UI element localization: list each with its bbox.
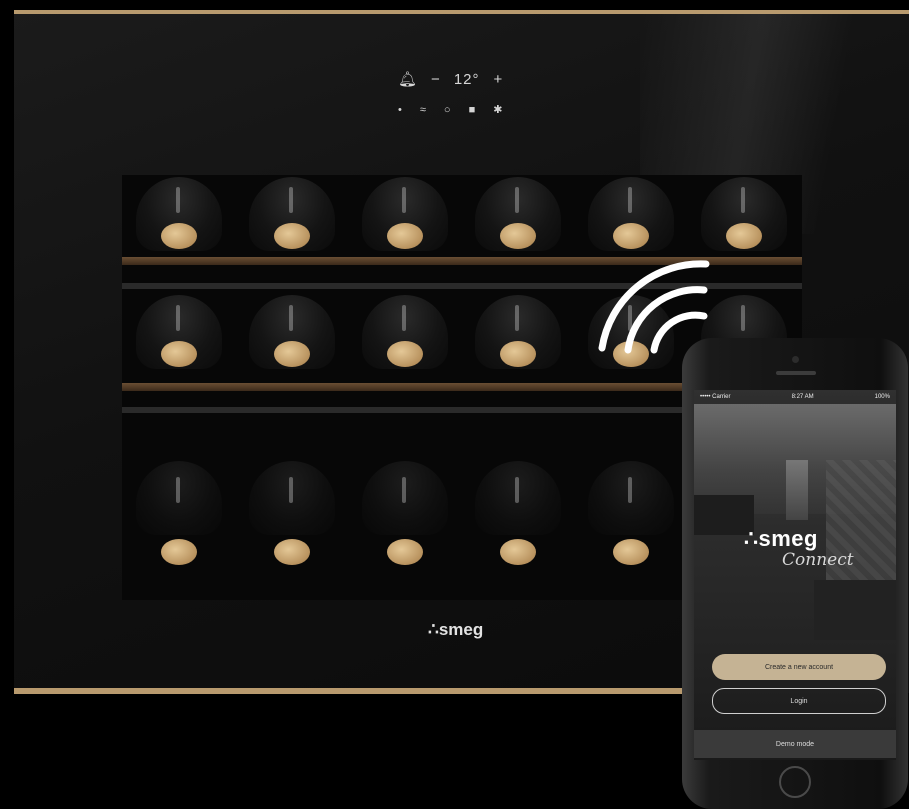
bottle-glint: [402, 477, 406, 503]
demo-mode-button[interactable]: Demo mode: [694, 730, 896, 758]
bottle-glint: [628, 477, 632, 503]
bottle-glint: [515, 305, 519, 331]
bottle-cork: [274, 539, 310, 565]
light-icon[interactable]: •: [398, 104, 402, 116]
bottle-cork: [500, 223, 536, 249]
wifi-icon[interactable]: ≈: [420, 104, 426, 116]
bottle-cork: [387, 223, 423, 249]
carrier-text: ••••• Carrier: [700, 394, 731, 400]
bottle-cork: [613, 539, 649, 565]
bottle-glint: [741, 187, 745, 213]
bottle-glint: [628, 187, 632, 213]
battery-text: 100%: [874, 394, 890, 400]
bottle-glint: [402, 305, 406, 331]
bottle-glint: [402, 187, 406, 213]
create-account-button[interactable]: Create a new account: [712, 654, 886, 680]
bottle-cork: [726, 223, 762, 249]
brand-logo: ∴smeg: [428, 620, 484, 639]
bottle-glint: [289, 187, 293, 213]
home-button[interactable]: [779, 766, 811, 798]
bottle-cork: [613, 223, 649, 249]
app-logo: ∴smeg: [744, 526, 818, 551]
control-panel-bottom: • ≈ ○ ■ ✱: [398, 103, 502, 117]
app-subtitle: Connect: [782, 550, 854, 570]
bottle-glint: [515, 187, 519, 213]
bell-icon[interactable]: 🔔︎: [398, 70, 417, 88]
lock-icon[interactable]: ■: [469, 104, 476, 116]
bottle-cork: [161, 223, 197, 249]
earpiece-speaker: [776, 371, 816, 375]
temperature-display: 12°: [453, 70, 480, 88]
bottle-cork: [387, 539, 423, 565]
minus-button[interactable]: −: [431, 71, 440, 88]
smartphone: ••••• Carrier 8:27 AM 100% ∴smeg Connect…: [682, 338, 908, 809]
bottle-glint: [176, 305, 180, 331]
bottle-glint: [176, 187, 180, 213]
bottle-cork: [500, 539, 536, 565]
login-button[interactable]: Login: [712, 688, 886, 714]
power-icon[interactable]: ○: [444, 104, 451, 116]
plus-button[interactable]: +: [494, 71, 503, 88]
bottle-glint: [741, 305, 745, 331]
bottle-cork: [161, 341, 197, 367]
bottle-cork: [274, 341, 310, 367]
front-camera: [792, 356, 799, 363]
bottle-glint: [289, 477, 293, 503]
bottle-glint: [289, 305, 293, 331]
bottle-cork: [161, 539, 197, 565]
bottle-cork: [500, 341, 536, 367]
cooker-hood: [786, 460, 808, 520]
bottle-cork: [387, 341, 423, 367]
fan-icon[interactable]: ✱: [493, 103, 502, 116]
bottle-glint: [176, 477, 180, 503]
control-panel-top: 🔔︎ − 12° +: [398, 70, 503, 89]
bottom-trim: [14, 688, 714, 694]
app-screen: ••••• Carrier 8:27 AM 100% ∴smeg Connect…: [694, 390, 896, 760]
wine-rack: [814, 580, 896, 640]
status-bar: ••••• Carrier 8:27 AM 100%: [694, 390, 896, 404]
bottle-glint: [515, 477, 519, 503]
bottle-cork: [274, 223, 310, 249]
clock-text: 8:27 AM: [791, 394, 814, 400]
